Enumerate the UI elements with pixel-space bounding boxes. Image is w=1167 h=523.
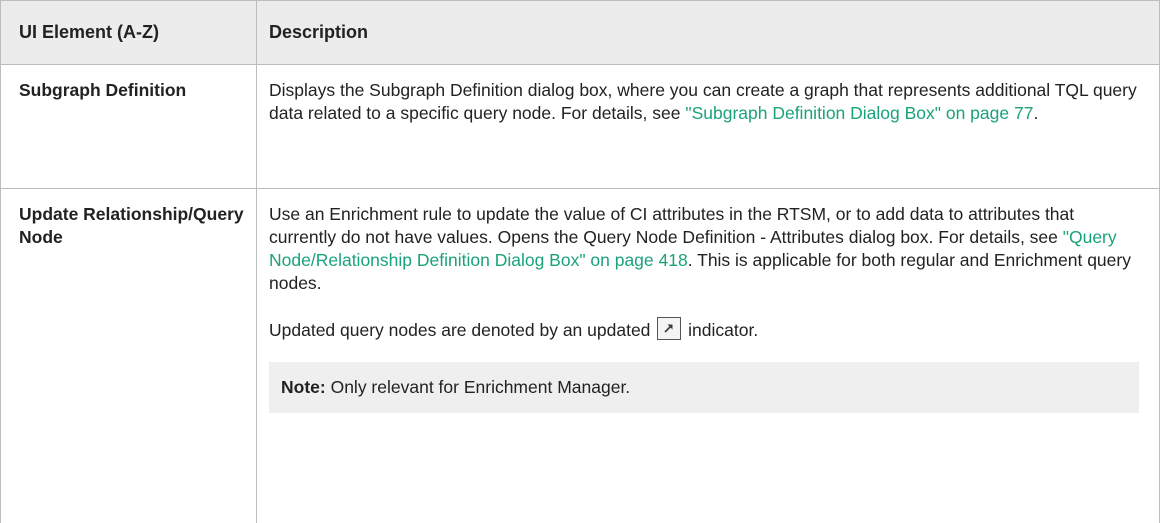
table-row: Update Relationship/Query Node Use an En… xyxy=(1,189,1159,523)
subgraph-definition-link[interactable]: "Subgraph Definition Dialog Box" on page… xyxy=(685,103,1033,123)
table-row: Subgraph Definition Displays the Subgrap… xyxy=(1,65,1159,189)
description-paragraph: Displays the Subgraph Definition dialog … xyxy=(269,79,1141,125)
updated-indicator-icon xyxy=(657,317,682,340)
indicator-paragraph: Updated query nodes are denoted by an up… xyxy=(269,317,1141,342)
ui-element-name: Update Relationship/Query Node xyxy=(1,189,257,523)
table-header-row: UI Element (A-Z) Description xyxy=(1,1,1159,65)
ui-element-name: Subgraph Definition xyxy=(1,65,257,188)
note-text: Only relevant for Enrichment Manager. xyxy=(325,377,631,397)
note-box: Note: Only relevant for Enrichment Manag… xyxy=(269,362,1139,413)
description-text: Use an Enrichment rule to update the val… xyxy=(269,204,1075,247)
header-ui-element: UI Element (A-Z) xyxy=(1,1,257,64)
note-label: Note: xyxy=(281,377,326,397)
ui-elements-table: UI Element (A-Z) Description Subgraph De… xyxy=(0,0,1160,523)
header-description: Description xyxy=(269,22,369,42)
description-paragraph: Use an Enrichment rule to update the val… xyxy=(269,203,1141,295)
indicator-text: Updated query nodes are denoted by an up… xyxy=(269,320,656,340)
ui-element-description: Use an Enrichment rule to update the val… xyxy=(257,189,1159,523)
ui-element-description: Displays the Subgraph Definition dialog … xyxy=(257,65,1159,188)
description-text-end: . xyxy=(1033,103,1039,123)
indicator-text-end: indicator. xyxy=(683,320,759,340)
